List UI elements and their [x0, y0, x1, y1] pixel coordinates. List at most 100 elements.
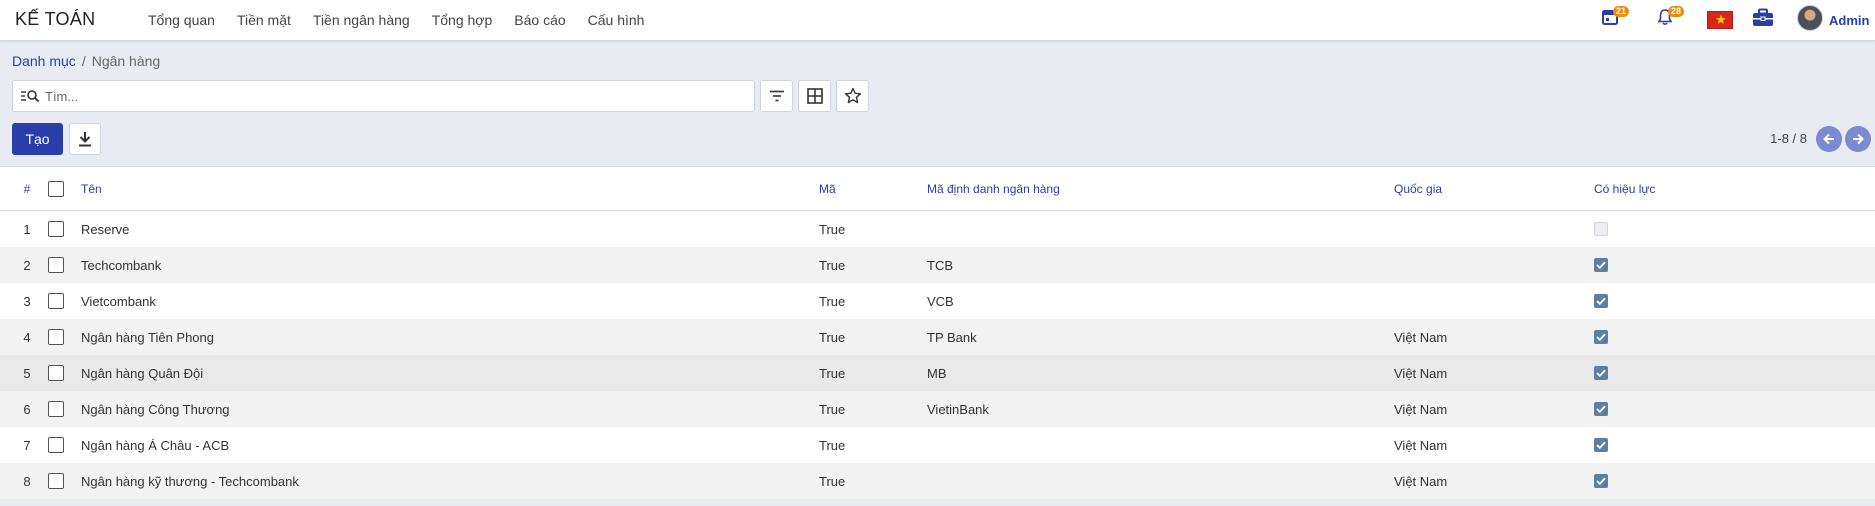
- menu-item-reports[interactable]: Báo cáo: [514, 12, 565, 28]
- checkmark-icon: [1596, 297, 1606, 305]
- table-header: # Tên Mã Mã định danh ngân hàng Quốc gia…: [0, 167, 1875, 211]
- notification-button[interactable]: 28: [1656, 6, 1685, 29]
- row-select-checkbox[interactable]: [48, 257, 64, 273]
- menu-item-configuration[interactable]: Cấu hình: [588, 12, 645, 28]
- column-header-code[interactable]: Mã: [819, 167, 836, 210]
- active-checkbox-checked: [1594, 402, 1608, 416]
- row-number: 6: [23, 401, 31, 417]
- search-input[interactable]: [45, 86, 745, 106]
- filter-icon: [769, 90, 784, 102]
- active-checkbox-checked: [1594, 366, 1608, 380]
- bank-identifier: TP Bank: [927, 329, 977, 345]
- row-select-checkbox[interactable]: [48, 221, 64, 237]
- bank-code: True: [819, 329, 846, 345]
- table-row[interactable]: 3 Vietcombank True VCB: [0, 283, 1875, 319]
- main-menu: Tổng quan Tiền mặt Tiền ngân hàng Tổng h…: [148, 12, 666, 28]
- active-checkbox-checked: [1594, 474, 1608, 488]
- row-select-checkbox[interactable]: [48, 401, 64, 417]
- column-header-name[interactable]: Tên: [81, 167, 102, 210]
- active-checkbox-checked: [1594, 330, 1608, 344]
- bank-country: Việt Nam: [1394, 473, 1448, 489]
- star-icon: [844, 87, 861, 104]
- table-row[interactable]: 7 Ngân hàng Á Châu - ACB True Việt Nam: [0, 427, 1875, 463]
- menu-item-bank-money[interactable]: Tiền ngân hàng: [313, 12, 410, 28]
- briefcase-icon: [1753, 8, 1773, 26]
- checkmark-icon: [1596, 405, 1606, 413]
- row-select-checkbox[interactable]: [48, 329, 64, 345]
- bank-identifier: TCB: [927, 257, 953, 273]
- breadcrumb-parent-link[interactable]: Danh mục: [12, 53, 76, 69]
- bank-name: Ngân hàng Quân Đội: [81, 365, 204, 381]
- row-select-checkbox[interactable]: [48, 437, 64, 453]
- search-box[interactable]: [12, 80, 755, 112]
- row-number: 3: [23, 293, 31, 309]
- pager-next-button[interactable]: [1845, 126, 1871, 152]
- notification-badge: 28: [1668, 6, 1685, 17]
- checkmark-icon: [1596, 477, 1606, 485]
- bank-country: Việt Nam: [1394, 437, 1448, 453]
- vietnam-flag-icon[interactable]: ★: [1707, 11, 1733, 29]
- arrow-left-icon: [1823, 133, 1834, 145]
- bank-identifier: MB: [927, 365, 947, 381]
- menu-item-cash[interactable]: Tiền mặt: [237, 12, 291, 28]
- bank-name: Reserve: [81, 221, 130, 237]
- bank-country: Việt Nam: [1394, 329, 1448, 345]
- bank-country: Việt Nam: [1394, 401, 1448, 417]
- calendar-badge: 21: [1613, 6, 1630, 17]
- menu-item-general[interactable]: Tổng hợp: [432, 12, 493, 28]
- bank-name: Ngân hàng kỹ thương - Techcombank: [81, 473, 299, 489]
- calendar-activity-button[interactable]: 21: [1601, 6, 1630, 29]
- select-all-checkbox[interactable]: [48, 180, 64, 197]
- table-row[interactable]: 8 Ngân hàng kỹ thương - Techcombank True…: [0, 463, 1875, 499]
- table-row[interactable]: 1 Reserve True: [0, 211, 1875, 247]
- user-name[interactable]: Admin: [1829, 13, 1869, 28]
- row-number: 2: [23, 257, 31, 273]
- bank-name: Ngân hàng Công Thương: [81, 401, 230, 417]
- app-title[interactable]: KẾ TOÁN: [15, 9, 95, 30]
- apps-switcher-button[interactable]: [1752, 8, 1774, 31]
- create-button[interactable]: Tạo: [12, 123, 63, 155]
- active-checkbox-checked: [1594, 294, 1608, 308]
- table-row[interactable]: 6 Ngân hàng Công Thương True VietinBank …: [0, 391, 1875, 427]
- column-header-active[interactable]: Có hiệu lực: [1594, 167, 1655, 210]
- active-checkbox-checked: [1594, 438, 1608, 452]
- column-header-number: #: [23, 181, 31, 196]
- bank-code: True: [819, 257, 846, 273]
- row-select-checkbox[interactable]: [48, 365, 64, 381]
- search-icon: [21, 90, 40, 103]
- bank-country: Việt Nam: [1394, 365, 1448, 381]
- bank-code: True: [819, 473, 846, 489]
- table-row[interactable]: 4 Ngân hàng Tiên Phong True TP Bank Việt…: [0, 319, 1875, 355]
- menu-item-overview[interactable]: Tổng quan: [148, 12, 215, 28]
- table-row[interactable]: 5 Ngân hàng Quân Đội True MB Việt Nam: [0, 355, 1875, 391]
- active-checkbox-checked: [1594, 258, 1608, 272]
- pager-previous-button[interactable]: [1816, 126, 1842, 152]
- checkmark-icon: [1596, 261, 1606, 269]
- row-number: 8: [23, 473, 31, 489]
- bank-name: Ngân hàng Tiên Phong: [81, 329, 214, 345]
- grid-icon: [806, 88, 823, 104]
- favorites-button[interactable]: [836, 80, 869, 112]
- group-by-button[interactable]: [798, 80, 831, 112]
- user-avatar[interactable]: [1797, 5, 1823, 31]
- bank-identifier: VietinBank: [927, 401, 989, 417]
- table-row[interactable]: 2 Techcombank True TCB: [0, 247, 1875, 283]
- bank-code: True: [819, 437, 846, 453]
- column-header-country[interactable]: Quốc gia: [1394, 167, 1442, 210]
- bank-code: True: [819, 401, 846, 417]
- active-checkbox-unchecked: [1594, 222, 1608, 236]
- checkmark-icon: [1596, 441, 1606, 449]
- row-select-checkbox[interactable]: [48, 473, 64, 489]
- bank-code: True: [819, 293, 846, 309]
- bank-list-table: # Tên Mã Mã định danh ngân hàng Quốc gia…: [0, 166, 1875, 499]
- breadcrumb-current: Ngân hàng: [91, 53, 161, 69]
- bank-code: True: [819, 365, 846, 381]
- export-button[interactable]: [69, 123, 101, 155]
- row-number: 4: [23, 329, 31, 345]
- pager-value[interactable]: 1-8 / 8: [1770, 131, 1807, 146]
- column-header-bank-identifier[interactable]: Mã định danh ngân hàng: [927, 167, 1060, 210]
- filter-button[interactable]: [760, 80, 793, 112]
- download-icon: [79, 132, 91, 147]
- arrow-right-icon: [1853, 133, 1864, 145]
- row-select-checkbox[interactable]: [48, 293, 64, 309]
